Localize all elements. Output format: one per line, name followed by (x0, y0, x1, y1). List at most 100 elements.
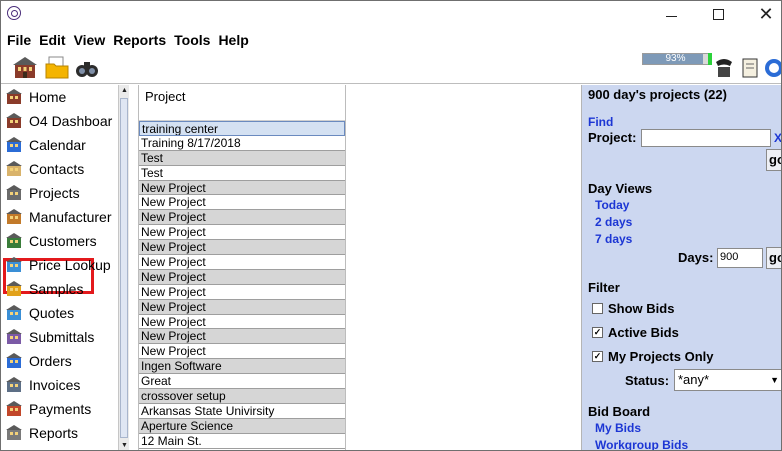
scroll-up-arrow-icon[interactable]: ▲ (120, 85, 129, 96)
sidebar-item-payments[interactable]: Payments (5, 397, 118, 421)
show-bids-checkbox[interactable]: Show Bids (592, 301, 674, 316)
menu-help[interactable]: Help (218, 29, 248, 51)
sidebar-item-price-lookup[interactable]: Price Lookup (5, 253, 118, 277)
table-row[interactable]: Ingen Software (139, 359, 345, 375)
show-bids-checkbox-box[interactable] (592, 303, 603, 314)
days-go-button[interactable]: go (766, 247, 781, 269)
table-row[interactable]: Training 8/17/2018 (139, 135, 345, 151)
status-select[interactable]: *any* ▼ (674, 369, 781, 391)
menu-file[interactable]: File (7, 29, 31, 51)
menu-view[interactable]: View (74, 29, 106, 51)
sidebar-item-customers[interactable]: Customers (5, 229, 118, 253)
table-row[interactable]: Arkansas State Univirsity (139, 403, 345, 419)
help-toolbar-button[interactable] (763, 56, 781, 80)
bid-board-title: Bid Board (588, 404, 651, 419)
notebook-toolbar-button[interactable] (739, 56, 761, 80)
show-bids-label: Show Bids (608, 301, 675, 316)
customers-icon (5, 232, 23, 250)
table-row[interactable]: New Project (139, 240, 345, 256)
table-row[interactable]: New Project (139, 314, 345, 330)
contacts-icon (5, 160, 23, 178)
menu-reports[interactable]: Reports (113, 29, 166, 51)
table-row[interactable]: Test (139, 165, 345, 181)
sidebar-item-home[interactable]: Home (5, 85, 118, 109)
status-select-value: *any* (678, 372, 710, 387)
maximize-button[interactable] (704, 3, 732, 25)
table-row[interactable]: New Project (139, 255, 345, 270)
sidebar-item-orders[interactable]: Orders (5, 349, 118, 373)
invoices-icon (5, 376, 23, 394)
sidebar-item-label: Reports (29, 425, 79, 441)
find-link[interactable]: Find (588, 115, 613, 129)
scroll-down-arrow-icon[interactable]: ▼ (120, 440, 129, 450)
today-link[interactable]: Today (595, 198, 629, 212)
table-row[interactable]: 12 Main St. (139, 433, 345, 449)
sidebar-item-label: Customers (29, 233, 97, 249)
table-row[interactable]: Great (139, 374, 345, 390)
sidebar-item-invoices[interactable]: Invoices (5, 373, 118, 397)
sidebar-item-label: Invoices (29, 377, 81, 393)
sidebar-item-calendar[interactable]: Calendar (5, 133, 118, 157)
sidebar-scrollbar[interactable]: ▲ ▼ (118, 85, 129, 450)
days-label: Days: (678, 250, 714, 265)
seven-days-link[interactable]: 7 days (595, 232, 632, 246)
workgroup-bids-link[interactable]: Workgroup Bids (595, 438, 688, 450)
sidebar-item-projects[interactable]: Projects (5, 181, 118, 205)
table-row[interactable]: New Project (139, 225, 345, 241)
table-row[interactable]: Test (139, 150, 345, 166)
scrollbar-thumb[interactable] (120, 98, 128, 438)
filter-title: Filter (588, 280, 620, 295)
dashboard-icon (5, 112, 23, 130)
menu-edit[interactable]: Edit (39, 29, 65, 51)
status-label: Status: (625, 373, 670, 388)
project-go-button[interactable]: go (766, 149, 781, 171)
table-row[interactable]: New Project (139, 344, 345, 360)
active-bids-checkbox[interactable]: ✓ Active Bids (592, 325, 679, 340)
folder-toolbar-button[interactable] (43, 54, 71, 82)
table-row[interactable]: crossover setup (139, 389, 345, 404)
two-days-link[interactable]: 2 days (595, 215, 632, 229)
table-row[interactable]: New Project (139, 269, 345, 285)
submittals-icon (5, 328, 23, 346)
panel-title: 900 day's projects (22) (588, 87, 727, 102)
table-row[interactable]: New Project (139, 329, 345, 345)
my-bids-link[interactable]: My Bids (595, 421, 641, 435)
menu-bar: File Edit View Reports Tools Help (1, 29, 781, 51)
sidebar-item-label: Payments (29, 401, 92, 417)
table-row[interactable]: New Project (139, 284, 345, 300)
table-row[interactable]: New Project (139, 195, 345, 211)
my-projects-checkbox[interactable]: ✓ My Projects Only (592, 349, 713, 364)
table-row[interactable]: training center (139, 121, 345, 136)
sidebar-item-quotes[interactable]: Quotes (5, 301, 118, 325)
project-search-input[interactable] (641, 129, 771, 147)
sidebar-item-o4-dashboar[interactable]: O4 Dashboar (5, 109, 118, 133)
sidebar-item-submittals[interactable]: Submittals (5, 325, 118, 349)
title-bar: ✕ (1, 1, 781, 27)
sidebar-item-label: Price Lookup (29, 257, 111, 273)
clear-project-link[interactable]: X (774, 131, 781, 145)
phone-toolbar-button[interactable] (713, 56, 735, 80)
building-toolbar-button[interactable] (11, 54, 39, 82)
days-input[interactable]: 900 (717, 248, 763, 268)
building-icon (5, 184, 23, 202)
table-row[interactable]: New Project (139, 180, 345, 196)
table-row[interactable]: New Project (139, 210, 345, 226)
filter-panel: 900 day's projects (22) Find Project: X … (581, 85, 781, 450)
quotes-icon (5, 304, 23, 322)
projects-column-header[interactable]: Project (139, 85, 345, 121)
active-bids-checkbox-box[interactable]: ✓ (592, 327, 603, 338)
price-lookup-icon (5, 256, 23, 274)
detail-area (347, 85, 581, 450)
sidebar-item-reports[interactable]: Reports (5, 421, 118, 445)
binoculars-toolbar-button[interactable] (73, 54, 101, 82)
sidebar-item-samples[interactable]: Samples (5, 277, 118, 301)
sidebar-item-manufacturer[interactable]: Manufacturer (5, 205, 118, 229)
minimize-button[interactable] (657, 3, 685, 25)
close-button[interactable]: ✕ (752, 3, 780, 25)
table-row[interactable]: New Project (139, 299, 345, 315)
table-row[interactable]: Aperture Science (139, 418, 345, 434)
my-projects-checkbox-box[interactable]: ✓ (592, 351, 603, 362)
menu-tools[interactable]: Tools (174, 29, 210, 51)
sidebar-item-contacts[interactable]: Contacts (5, 157, 118, 181)
sidebar-item-label: Orders (29, 353, 72, 369)
